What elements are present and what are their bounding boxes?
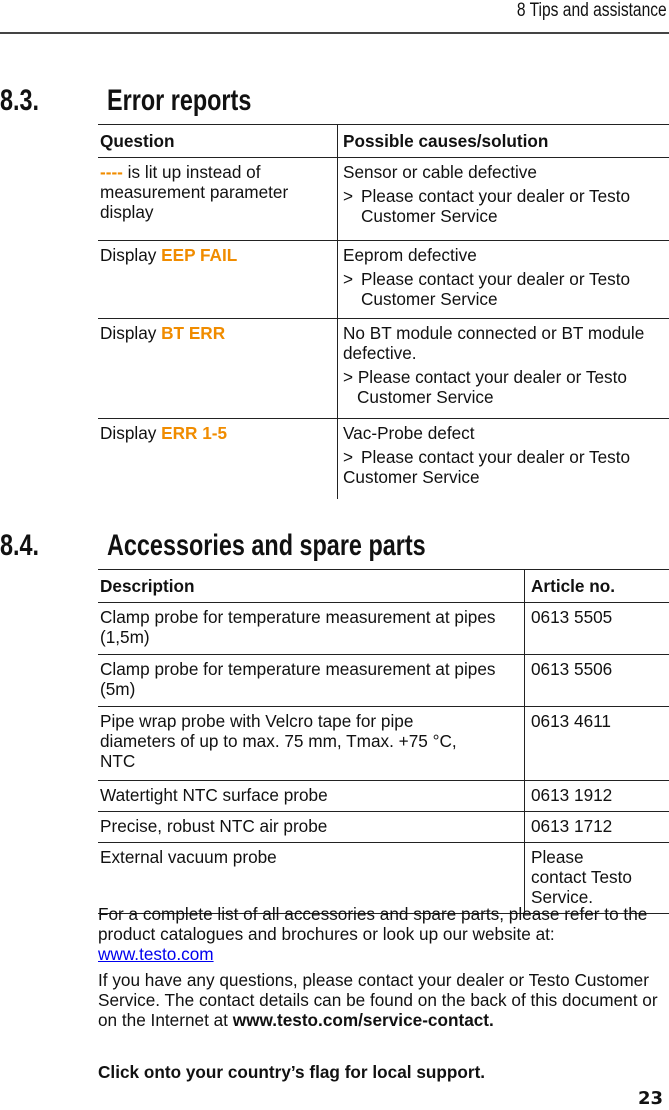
column-header-description: Description (98, 569, 525, 603)
cause-text: Eeprom defective (343, 245, 477, 265)
error-code: BT ERR (161, 323, 226, 343)
table-header-row: Question Possible causes/solution (98, 124, 669, 158)
description-cell: Precise, robust NTC air probe (98, 811, 525, 843)
website-link[interactable]: www.testo.com (98, 944, 214, 964)
error-code: ERR 1-5 (161, 423, 228, 443)
cause-text: No BT module connected or BT module defe… (343, 323, 645, 363)
contact-note: If you have any questions, please contac… (98, 970, 669, 1030)
table-row: Display BT ERR No BT module connected or… (98, 318, 669, 419)
question-text: Display (100, 323, 162, 343)
section-number: 8.4. (0, 529, 40, 562)
article-cell: Please contact Testo Service. (531, 847, 632, 907)
error-code: ---- (100, 162, 123, 182)
solution-step: > Please contact your dealer or Testo Cus… (343, 269, 665, 309)
table-row: External vacuum probe Please contact Tes… (98, 842, 669, 914)
article-cell: 0613 5505 (531, 607, 613, 627)
article-cell: 0613 1912 (531, 785, 613, 805)
table-row: Clamp probe for temperature measurement … (98, 654, 669, 707)
step-text: Please contact your dealer or Testo Cust… (357, 367, 627, 407)
step-marker: > (343, 269, 354, 289)
table-row: Watertight NTC surface probe 0613 1912 (98, 780, 669, 812)
step-text: Please contact your dealer or Testo Cust… (361, 269, 631, 309)
page-number: 23 (637, 1088, 663, 1109)
table-row: ---- is lit up instead of measurement pa… (98, 157, 669, 241)
question-text: is lit up instead of measurement paramet… (100, 162, 289, 222)
column-header-article: Article no. (531, 576, 616, 596)
question-cell: Display ERR 1-5 (98, 418, 338, 499)
solution-cell: Sensor or cable defective > Please contac… (338, 158, 669, 241)
catalogue-note: For a complete list of all accessories a… (98, 904, 669, 964)
error-reports-table: Question Possible causes/solution ---- i… (98, 124, 669, 499)
solution-step: > Please contact your dealer or Testo Cus… (343, 186, 665, 226)
solution-cell: No BT module connected or BT module defe… (338, 319, 669, 419)
step-marker: > (343, 447, 354, 467)
description-cell: Clamp probe for temperature measurement … (98, 602, 525, 655)
table-row: Pipe wrap probe with Velcro tape for pip… (98, 706, 669, 781)
column-header-question: Question (98, 124, 338, 158)
solution-cell: Vac-Probe defect > Please contact your de… (338, 419, 669, 499)
section-title: Error reports (107, 84, 252, 117)
column-header-solution: Possible causes/solution (343, 131, 549, 151)
solution-step: > Please contact your dealer or Testo Cus… (343, 447, 665, 487)
catalogue-text: For a complete list of all accessories a… (98, 904, 648, 944)
service-contact-link[interactable]: www.testo.com/service-contact. (233, 1010, 494, 1030)
chapter-header: 8 Tips and assistance (517, 0, 667, 21)
flag-support-note: Click onto your country’s flag for local… (98, 1062, 486, 1082)
step-text: Please contact your dealer or Testo Cust… (343, 447, 631, 487)
description-cell: Watertight NTC surface probe (98, 780, 525, 812)
cause-text: Vac-Probe defect (343, 423, 475, 443)
description-cell: External vacuum probe (98, 842, 525, 914)
header-divider (0, 32, 669, 34)
question-cell: Display EEP FAIL (98, 240, 338, 319)
table-row: Precise, robust NTC air probe 0613 1712 (98, 811, 669, 843)
section-number: 8.3. (0, 84, 40, 117)
table-row: Display ERR 1-5 Vac-Probe defect > Please… (98, 418, 669, 499)
solution-cell: Eeprom defective > Please contact your de… (338, 241, 669, 319)
section-title: Accessories and spare parts (107, 529, 426, 562)
cause-text: Sensor or cable defective (343, 162, 537, 182)
step-text: Please contact your dealer or Testo Cust… (361, 186, 631, 226)
step-marker: > (343, 186, 354, 206)
question-cell: ---- is lit up instead of measurement pa… (98, 157, 338, 241)
step-marker: > (343, 367, 354, 387)
description-cell: Clamp probe for temperature measurement … (98, 654, 525, 707)
question-cell: Display BT ERR (98, 318, 338, 419)
question-text: Display (100, 245, 162, 265)
article-cell: 0613 1712 (531, 816, 613, 836)
question-text: Display (100, 423, 162, 443)
solution-step: > Please contact your dealer or Testo Cu… (343, 367, 665, 407)
accessories-table: Description Article no. Clamp probe for … (98, 569, 669, 914)
article-cell: 0613 5506 (531, 659, 613, 679)
table-header-row: Description Article no. (98, 569, 669, 603)
error-code: EEP FAIL (161, 245, 238, 265)
article-cell: 0613 4611 (531, 711, 611, 731)
table-row: Clamp probe for temperature measurement … (98, 602, 669, 655)
description-cell: Pipe wrap probe with Velcro tape for pip… (98, 706, 525, 781)
table-row: Display EEP FAIL Eeprom defective > Pleas… (98, 240, 669, 319)
